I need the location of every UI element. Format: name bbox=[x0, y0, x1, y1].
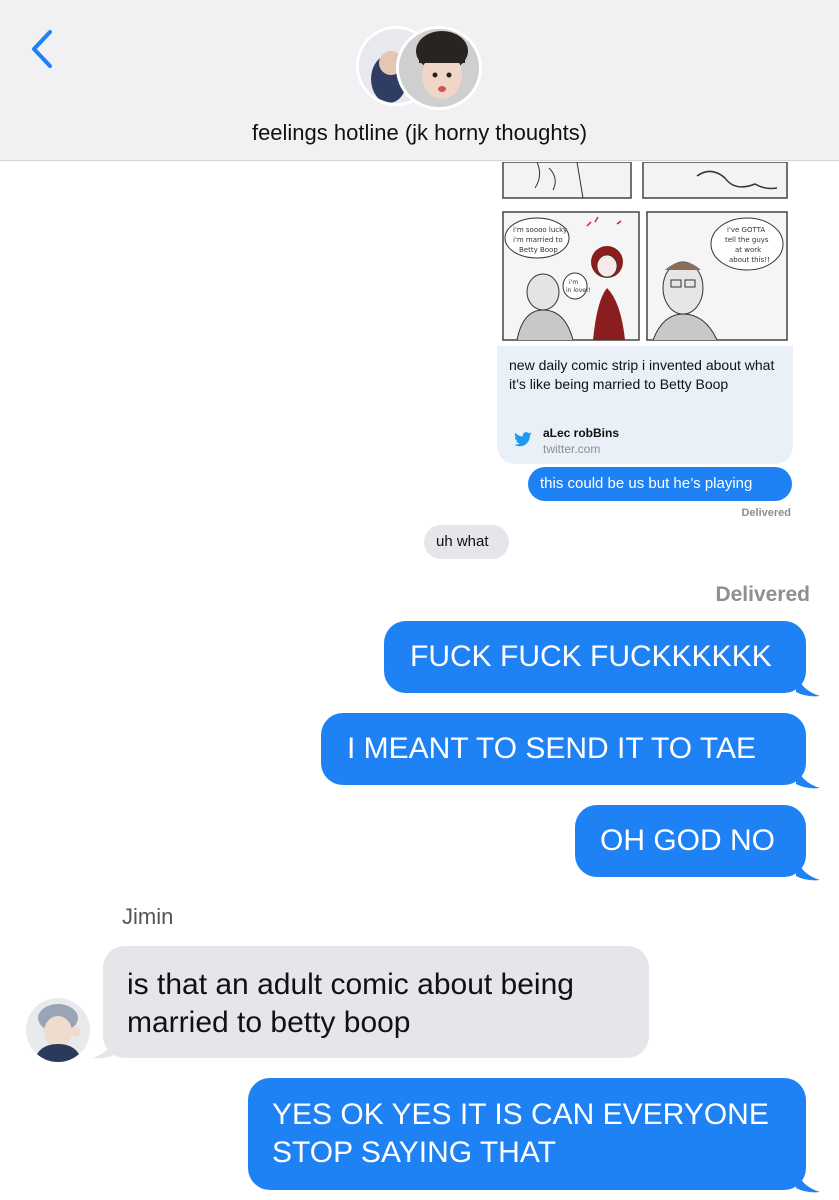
comic-text: i'm soooo lucky bbox=[513, 226, 567, 234]
comic-text: tell the guys bbox=[725, 236, 769, 244]
bubble-tail bbox=[796, 764, 820, 789]
message-bubble[interactable]: this could be us but he’s playing bbox=[528, 467, 792, 501]
link-source-name: aLec robBins bbox=[543, 426, 620, 440]
avatar[interactable] bbox=[26, 998, 90, 1062]
message-bubble[interactable]: I MEANT TO SEND IT TO TAE bbox=[321, 713, 806, 785]
comic-text: i'm married to bbox=[513, 236, 563, 244]
conversation-header: feelings hotline (jk horny thoughts) bbox=[0, 0, 839, 161]
message-text: OH GOD NO bbox=[600, 824, 776, 857]
bubble-tail bbox=[796, 672, 820, 697]
comic-text: Betty Boop bbox=[519, 246, 558, 254]
bubble-tail bbox=[796, 1168, 820, 1193]
comic-text: about this!! bbox=[729, 256, 770, 264]
message-bubble[interactable]: uh what bbox=[424, 525, 509, 559]
comic-text: i'm bbox=[569, 279, 578, 286]
twitter-bird-icon bbox=[514, 432, 532, 447]
link-preview-card[interactable]: i'm soooo lucky i'm married to Betty Boo… bbox=[497, 162, 793, 464]
avatar bbox=[396, 26, 482, 110]
message-text: I MEANT TO SEND IT TO TAE bbox=[347, 732, 756, 765]
comic-strip-image: i'm soooo lucky i'm married to Betty Boo… bbox=[497, 162, 793, 346]
bubble-tail bbox=[92, 1034, 116, 1059]
sender-name: Jimin bbox=[122, 904, 174, 929]
message-bubble[interactable]: is that an adult comic about being marri… bbox=[103, 946, 649, 1058]
bubble-tail bbox=[796, 856, 820, 881]
comic-text: in love!! bbox=[566, 287, 591, 294]
message-bubble[interactable]: OH GOD NO bbox=[575, 805, 806, 877]
delivered-status: Delivered bbox=[715, 583, 810, 606]
chevron-left-icon[interactable] bbox=[28, 28, 58, 70]
message-bubble[interactable]: FUCK FUCK FUCKKKKKK bbox=[384, 621, 806, 693]
message-text: FUCK FUCK FUCKKKKKK bbox=[410, 640, 772, 673]
message-text: uh what bbox=[436, 533, 489, 550]
message-text: married to betty boop bbox=[127, 1006, 411, 1039]
chat-title[interactable]: feelings hotline (jk horny thoughts) bbox=[0, 120, 839, 146]
message-bubble[interactable]: YES OK YES IT IS CAN EVERYONE STOP SAYIN… bbox=[248, 1078, 806, 1190]
link-domain: twitter.com bbox=[543, 442, 601, 456]
message-text: this could be us but he’s playing bbox=[540, 475, 753, 492]
message-text: STOP SAYING THAT bbox=[272, 1136, 556, 1169]
group-avatar[interactable] bbox=[356, 26, 486, 110]
delivered-status: Delivered bbox=[741, 507, 791, 519]
link-preview-text: new daily comic strip i invented about w… bbox=[509, 357, 775, 392]
comic-text: at work bbox=[735, 246, 762, 254]
message-text: is that an adult comic about being bbox=[127, 968, 574, 1001]
comic-text: i've GOTTA bbox=[727, 226, 765, 234]
message-text: YES OK YES IT IS CAN EVERYONE bbox=[272, 1098, 769, 1131]
